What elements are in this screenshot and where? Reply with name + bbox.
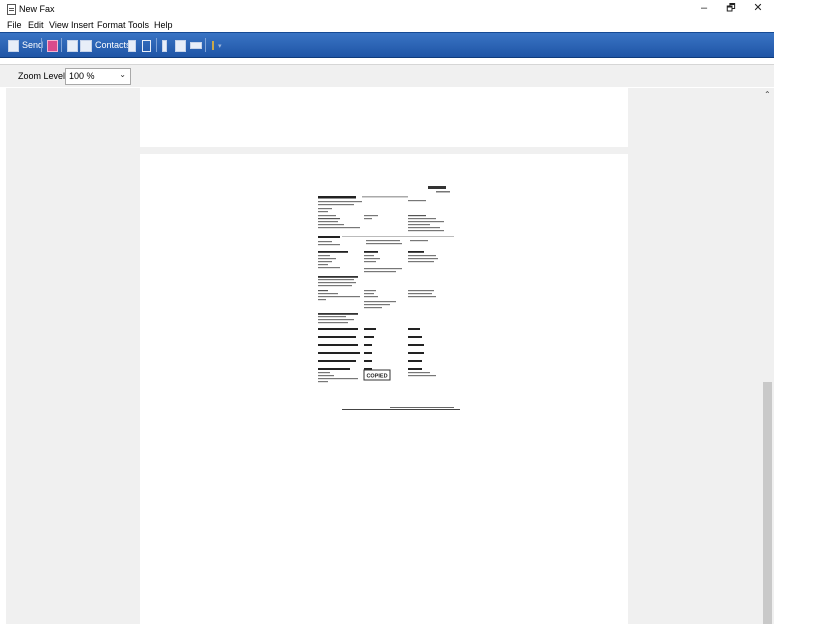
- document-viewer[interactable]: COPIED: [6, 88, 762, 634]
- menu-tools[interactable]: Tools: [128, 20, 149, 30]
- scroll-up-icon[interactable]: ⌃: [764, 90, 771, 99]
- fax-document-icon: [7, 4, 16, 15]
- menu-bar: File Edit View Insert Format Tools Help: [0, 18, 835, 32]
- menu-edit[interactable]: Edit: [28, 20, 44, 30]
- priority-icon: [212, 41, 214, 51]
- separator-line-icon: [190, 42, 202, 50]
- toolbar-separator: [205, 38, 206, 52]
- chevron-down-icon: ▾: [218, 43, 222, 50]
- toolbar-separator: [156, 38, 157, 52]
- vertical-scrollbar[interactable]: ⌃: [762, 88, 774, 624]
- menu-file[interactable]: File: [7, 20, 22, 30]
- toolbar: Send Contacts ▾: [0, 32, 774, 58]
- separator-line-button[interactable]: [190, 38, 205, 52]
- zoom-bar: Zoom Level 100 % ⌄: [0, 64, 774, 87]
- stamp-text: COPIED: [366, 374, 387, 380]
- chevron-down-icon: ⌄: [119, 70, 126, 79]
- scan-icon: [175, 39, 186, 52]
- zoom-level-select[interactable]: 100 % ⌄: [65, 68, 131, 85]
- save-icon: [47, 39, 58, 52]
- cover-page-icon: [67, 39, 78, 52]
- cut-button[interactable]: [142, 38, 154, 52]
- close-button[interactable]: ✕: [748, 1, 768, 16]
- contacts-icon: [80, 39, 92, 52]
- grid-button[interactable]: [128, 38, 139, 52]
- restore-button[interactable]: 🗗: [721, 1, 741, 16]
- send-icon: [8, 39, 19, 52]
- title-bar: New Fax – 🗗 ✕: [0, 0, 835, 17]
- send-button[interactable]: Send: [8, 38, 43, 52]
- grid-icon: [128, 39, 136, 52]
- toolbar-separator: [41, 38, 42, 52]
- fax-document-image: COPIED: [312, 182, 464, 422]
- attach-icon: [162, 39, 167, 52]
- attach-button[interactable]: [162, 38, 170, 52]
- scroll-thumb[interactable]: [763, 382, 772, 624]
- zoom-level-label: Zoom Level: [18, 71, 66, 81]
- contacts-button[interactable]: Contacts: [80, 38, 131, 52]
- priority-button[interactable]: ▾: [212, 38, 222, 52]
- menu-format[interactable]: Format: [97, 20, 126, 30]
- toolbar-separator: [61, 38, 62, 52]
- contacts-label: Contacts: [95, 40, 131, 50]
- fax-page: COPIED: [140, 154, 628, 634]
- cut-icon: [142, 39, 151, 52]
- scan-button[interactable]: [175, 38, 189, 52]
- window-title: New Fax: [19, 4, 55, 14]
- save-button[interactable]: [47, 38, 61, 52]
- cover-page-button[interactable]: [67, 38, 81, 52]
- menu-insert[interactable]: Insert: [71, 20, 94, 30]
- menu-view[interactable]: View: [49, 20, 68, 30]
- cover-page: [140, 88, 628, 147]
- minimize-button[interactable]: –: [694, 1, 714, 16]
- send-label: Send: [22, 40, 44, 50]
- zoom-level-value: 100 %: [69, 71, 95, 81]
- menu-help[interactable]: Help: [154, 20, 173, 30]
